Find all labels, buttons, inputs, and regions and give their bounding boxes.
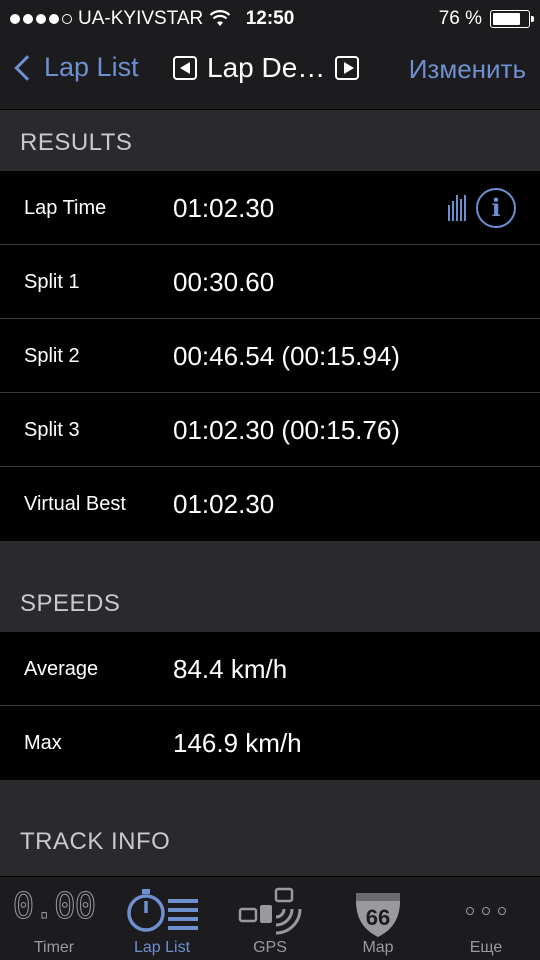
tab-label: Lap List [133,939,191,956]
table-row[interactable]: Virtual Best 01:02.30 [0,467,540,541]
section-title: SPEEDS [20,590,121,617]
section-header-track-info: TRACK INFO [0,810,540,870]
row-label: Split 1 [24,271,80,293]
status-right: 76 % [438,8,534,30]
speeds-list: Average 84.4 km/h Max 146.9 km/h [0,632,540,780]
timer-digits-icon: 0.00 [12,886,97,927]
route-66-sign-icon: 66 [356,893,400,937]
tab-label: Еще [469,939,503,956]
row-label: Split 3 [24,419,80,441]
row-value: 84.4 km/h [173,654,288,684]
row-value: 01:02.30 [173,489,275,519]
table-row[interactable]: Split 3 01:02.30 (00:15.76) [0,393,540,467]
row-value: 01:02.30 (00:15.76) [173,415,400,445]
table-row[interactable]: Max 146.9 km/h [0,706,540,780]
row-value: 00:46.54 (00:15.94) [173,341,400,371]
chevron-left-icon [14,54,40,81]
tab-lap-list[interactable]: Lap List [108,877,216,960]
tab-more[interactable]: Еще [432,877,540,960]
row-label: Split 2 [24,345,80,367]
tab-map[interactable]: 66 Map [324,877,432,960]
row-label: Virtual Best [24,493,126,515]
page-title: Lap De… [207,52,326,83]
row-actions: i [448,188,516,228]
tab-label: Timer [33,939,75,956]
table-row[interactable]: Average 84.4 km/h [0,632,540,706]
route-number: 66 [366,905,390,930]
section-header-results: RESULTS [0,111,540,171]
back-label: Lap List [44,52,139,82]
chart-bars-icon[interactable] [448,195,466,221]
tab-label: GPS [253,939,287,956]
tab-label: Map [362,939,394,956]
table-row[interactable]: Lap Time 01:02.30 i [0,171,540,245]
navigation-bar: Lap List Lap De… Изменить [0,38,540,110]
results-list: Lap Time 01:02.30 i Split 1 00:30.60 Spl… [0,171,540,541]
tab-gps[interactable]: GPS [216,877,324,960]
status-bar: UA-KYIVSTAR 12:50 76 % [0,0,540,38]
row-label: Lap Time [24,197,107,219]
table-row[interactable]: Split 2 00:46.54 (00:15.94) [0,319,540,393]
previous-lap-icon[interactable] [173,56,197,80]
section-header-speeds: SPEEDS [0,572,540,632]
row-value: 01:02.30 [173,193,275,223]
next-lap-icon[interactable] [335,56,360,80]
title-group: Lap De… [173,52,360,84]
row-label: Max [24,732,62,754]
battery-percent: 76 % [438,8,482,29]
section-title: RESULTS [20,129,133,156]
satellite-icon [238,887,302,935]
tab-bar: 0.00 Timer Lap List GPS 66 Map Еще [0,876,540,960]
tab-timer[interactable]: 0.00 Timer [0,877,108,960]
row-label: Average [24,658,99,680]
stopwatch-list-icon [127,889,198,932]
row-value: 00:30.60 [173,267,275,297]
row-value: 146.9 km/h [173,728,302,758]
section-title: TRACK INFO [20,828,171,855]
more-icon [466,907,506,915]
info-icon[interactable]: i [476,188,516,228]
battery-icon [490,10,534,28]
back-button[interactable]: Lap List [12,52,139,83]
table-row[interactable]: Split 1 00:30.60 [0,245,540,319]
edit-button[interactable]: Изменить [409,54,526,85]
